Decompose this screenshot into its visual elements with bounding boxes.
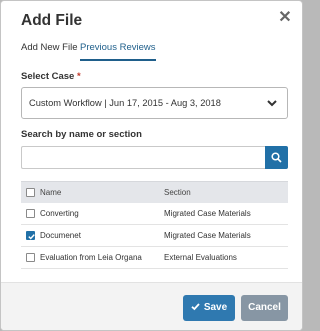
select-case-label: Select Case * xyxy=(21,71,81,82)
row-checkbox[interactable] xyxy=(26,231,35,240)
dialog-footer: Save Cancel xyxy=(1,282,302,330)
row-name: Converting xyxy=(40,209,79,218)
row-name: Documenet xyxy=(40,231,81,240)
table-row[interactable]: Evaluation from Leia Organa External Eva… xyxy=(21,247,288,269)
save-button-label: Save xyxy=(203,302,228,313)
cancel-button[interactable]: Cancel xyxy=(241,295,288,321)
required-marker: * xyxy=(76,71,81,82)
reviews-table: Name Section Converting Migrated Case Ma… xyxy=(21,181,288,269)
tab-add-new-file[interactable]: Add New File xyxy=(21,42,78,62)
checkmark-icon xyxy=(28,234,35,240)
search-icon xyxy=(271,152,282,163)
tab-bar: Add New File Previous Reviews xyxy=(21,42,291,64)
row-section: Migrated Case Materials xyxy=(164,231,251,240)
select-case-label-text: Select Case xyxy=(21,71,75,82)
dialog-title: Add File xyxy=(21,12,83,29)
add-file-dialog: Add File ✕ Add New File Previous Reviews… xyxy=(0,0,303,331)
tab-previous-reviews[interactable]: Previous Reviews xyxy=(80,42,156,61)
case-select-value: Custom Workflow | Jun 17, 2015 - Aug 3, … xyxy=(29,98,221,108)
table-row[interactable]: Documenet Migrated Case Materials xyxy=(21,225,288,247)
table-row[interactable]: Converting Migrated Case Materials xyxy=(21,203,288,225)
search-input[interactable] xyxy=(21,146,265,169)
case-select[interactable]: Custom Workflow | Jun 17, 2015 - Aug 3, … xyxy=(21,87,288,119)
column-header-name: Name xyxy=(40,188,62,197)
search-button[interactable] xyxy=(265,146,288,169)
row-checkbox[interactable] xyxy=(26,253,35,262)
check-icon xyxy=(191,303,200,311)
select-all-checkbox[interactable] xyxy=(26,188,35,197)
row-checkbox[interactable] xyxy=(26,209,35,218)
chevron-down-icon xyxy=(267,100,277,107)
close-icon[interactable]: ✕ xyxy=(278,10,292,26)
table-header: Name Section xyxy=(21,181,288,203)
search-label: Search by name or section xyxy=(21,129,142,140)
column-header-section: Section xyxy=(164,188,191,197)
row-section: Migrated Case Materials xyxy=(164,209,251,218)
save-button[interactable]: Save xyxy=(183,295,235,321)
row-section: External Evaluations xyxy=(164,253,237,262)
row-name: Evaluation from Leia Organa xyxy=(40,253,142,262)
